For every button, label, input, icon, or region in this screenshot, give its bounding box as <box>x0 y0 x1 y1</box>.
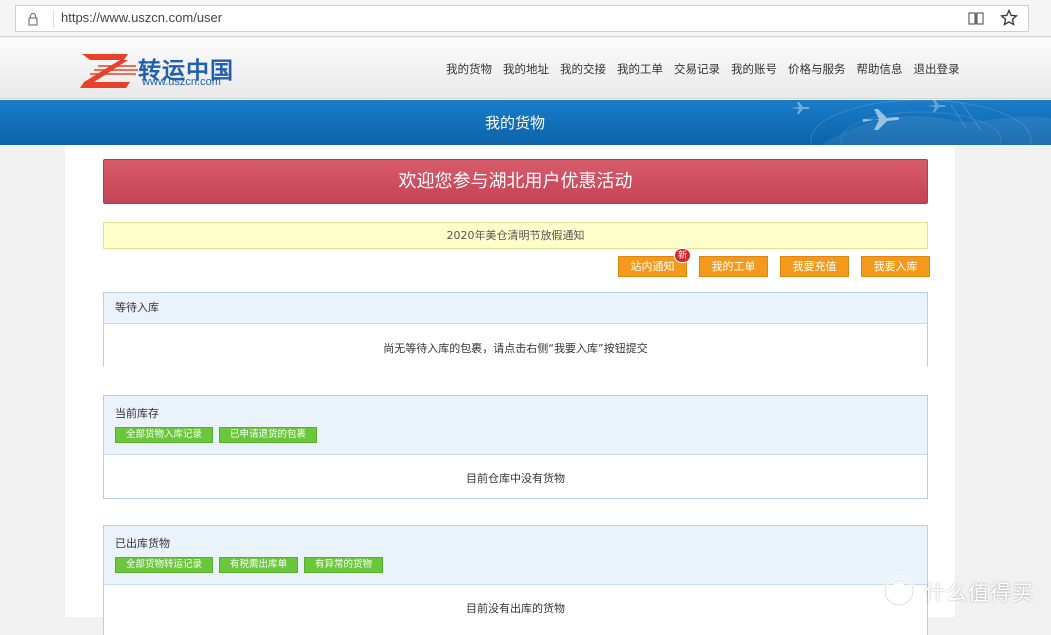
return-requested-button[interactable]: 已申请退货的包裹 <box>219 427 318 443</box>
reading-view-icon[interactable] <box>968 11 984 26</box>
taxed-outbound-button[interactable]: 有税需出库单 <box>219 557 299 573</box>
browser-toolbar: https://www.uszcn.com/user <box>0 0 1051 37</box>
page-banner: 我的货物 <box>0 100 1051 145</box>
panel-header: 等待入库 <box>104 293 927 324</box>
lock-icon <box>28 12 38 26</box>
abnormal-goods-button[interactable]: 有异常的货物 <box>304 557 384 573</box>
inbound-button[interactable]: 我要入库 <box>861 256 930 277</box>
nav-logout[interactable]: 退出登录 <box>914 61 960 77</box>
action-buttons: 站内通知 新 我的工单 我要充值 我要入库 <box>618 248 942 277</box>
panel-header: 已出库货物 全部货物转运记录 有税需出库单 有异常的货物 <box>104 526 927 585</box>
favorite-star-icon[interactable] <box>1000 9 1018 27</box>
logo-mark-icon <box>80 54 138 88</box>
logo-domain: www.uszcn.com <box>142 76 221 88</box>
panel-title: 已出库货物 <box>115 537 170 550</box>
current-stock-panel: 当前库存 全部货物入库记录 已申请退货的包裹 目前仓库中没有货物 <box>103 395 928 499</box>
nav-my-tickets[interactable]: 我的工单 <box>617 61 663 77</box>
watermark-text: 什么值得买 <box>924 581 1034 605</box>
shipped-goods-panel: 已出库货物 全部货物转运记录 有税需出库单 有异常的货物 目前没有出库的货物 <box>103 525 928 635</box>
watermark-logo-icon <box>883 575 915 607</box>
nav-my-goods[interactable]: 我的货物 <box>446 61 492 77</box>
my-tickets-button[interactable]: 我的工单 <box>699 256 768 277</box>
nav-pricing[interactable]: 价格与服务 <box>788 61 846 77</box>
nav-transactions[interactable]: 交易记录 <box>674 61 720 77</box>
shipped-buttons: 全部货物转运记录 有税需出库单 有异常的货物 <box>115 557 927 573</box>
nav-my-account[interactable]: 我的账号 <box>731 61 777 77</box>
site-logo[interactable]: 转运中国 www.uszcn.com <box>80 48 250 90</box>
panel-header: 当前库存 全部货物入库记录 已申请退货的包裹 <box>104 396 927 455</box>
nav-my-handover[interactable]: 我的交接 <box>560 61 606 77</box>
stock-buttons: 全部货物入库记录 已申请退货的包裹 <box>115 427 927 443</box>
panel-empty-text: 目前没有出库的货物 <box>466 602 565 615</box>
waiting-inbound-panel: 等待入库 尚无等待入库的包裹，请点击右侧“我要入库”按钮提交 <box>103 292 928 367</box>
site-notice-button[interactable]: 站内通知 新 <box>618 248 691 277</box>
all-forwarding-records-button[interactable]: 全部货物转运记录 <box>115 557 214 573</box>
address-bar[interactable]: https://www.uszcn.com/user <box>15 5 1029 32</box>
panel-empty-text: 目前仓库中没有货物 <box>466 472 565 485</box>
promo-banner[interactable]: 欢迎您参与湖北用户优惠活动 <box>103 159 928 204</box>
url-text[interactable]: https://www.uszcn.com/user <box>61 10 222 25</box>
all-inbound-records-button[interactable]: 全部货物入库记录 <box>115 427 214 443</box>
nav-help[interactable]: 帮助信息 <box>857 61 903 77</box>
panel-title: 等待入库 <box>115 301 159 314</box>
main-nav: 我的货物 我的地址 我的交接 我的工单 交易记录 我的账号 价格与服务 帮助信息… <box>446 61 971 77</box>
new-badge: 新 <box>674 248 691 263</box>
watermark: 什么值得买 <box>882 574 1042 608</box>
address-divider <box>53 10 54 28</box>
main-content: 欢迎您参与湖北用户优惠活动 2020年美仓清明节放假通知 站内通知 新 我的工单… <box>65 145 955 635</box>
panel-title: 当前库存 <box>115 407 159 420</box>
page-title: 我的货物 <box>484 114 545 132</box>
nav-my-address[interactable]: 我的地址 <box>503 61 549 77</box>
site-notice-label: 站内通知 <box>630 260 675 273</box>
site-header: 转运中国 www.uszcn.com 我的货物 我的地址 我的交接 我的工单 交… <box>0 38 1051 99</box>
holiday-notice[interactable]: 2020年美仓清明节放假通知 <box>103 222 928 249</box>
panel-empty-text: 尚无等待入库的包裹，请点击右侧“我要入库”按钮提交 <box>383 342 648 355</box>
recharge-button[interactable]: 我要充值 <box>780 256 849 277</box>
